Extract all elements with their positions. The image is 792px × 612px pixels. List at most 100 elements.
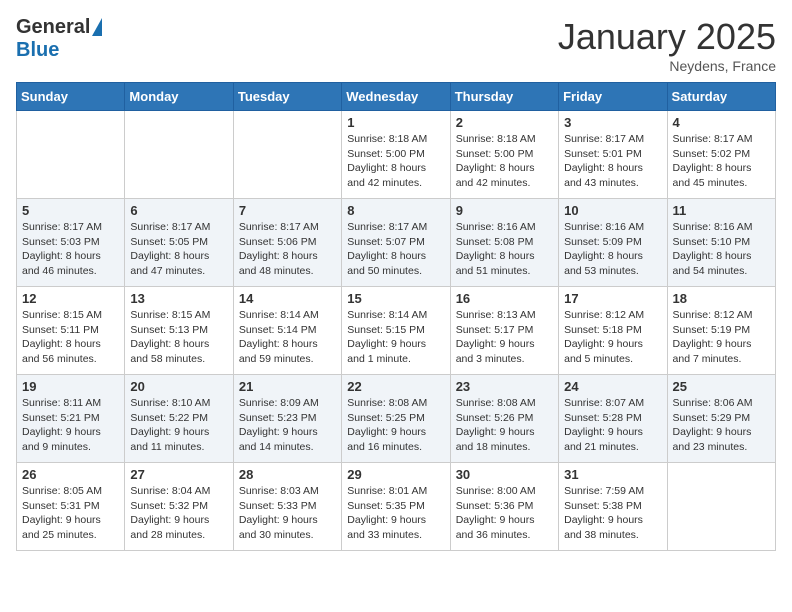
day-info: Sunrise: 8:13 AMSunset: 5:17 PMDaylight:… xyxy=(456,308,553,367)
calendar-week-row: 1 Sunrise: 8:18 AMSunset: 5:00 PMDaylight… xyxy=(17,111,776,199)
weekday-header: Saturday xyxy=(667,83,775,111)
logo-triangle-icon xyxy=(92,18,102,36)
day-info: Sunrise: 8:07 AMSunset: 5:28 PMDaylight:… xyxy=(564,396,661,455)
logo-blue-text: Blue xyxy=(16,39,59,62)
calendar-cell: 30Sunrise: 8:00 AMSunset: 5:36 PMDayligh… xyxy=(450,463,558,551)
calendar-cell: 2 Sunrise: 8:18 AMSunset: 5:00 PMDaylight… xyxy=(450,111,558,199)
day-number: 2 xyxy=(456,115,553,130)
calendar-cell: 6Sunrise: 8:17 AMSunset: 5:05 PMDaylight… xyxy=(125,199,233,287)
day-number: 20 xyxy=(130,379,227,394)
day-number: 3 xyxy=(564,115,661,130)
day-info: Sunrise: 8:17 AMSunset: 5:07 PMDaylight:… xyxy=(347,220,444,279)
calendar-cell: 26Sunrise: 8:05 AMSunset: 5:31 PMDayligh… xyxy=(17,463,125,551)
day-info: Sunrise: 8:08 AMSunset: 5:26 PMDaylight:… xyxy=(456,396,553,455)
day-number: 29 xyxy=(347,467,444,482)
title-area: January 2025 Neydens, France xyxy=(558,16,776,74)
day-info: Sunrise: 8:18 AMSunset: 5:00 PMDaylight:… xyxy=(456,132,553,191)
day-info: Sunrise: 8:05 AMSunset: 5:31 PMDaylight:… xyxy=(22,484,119,543)
calendar-cell xyxy=(667,463,775,551)
calendar-week-row: 26Sunrise: 8:05 AMSunset: 5:31 PMDayligh… xyxy=(17,463,776,551)
calendar-cell: 3 Sunrise: 8:17 AMSunset: 5:01 PMDaylight… xyxy=(559,111,667,199)
calendar-header-row: SundayMondayTuesdayWednesdayThursdayFrid… xyxy=(17,83,776,111)
day-info: Sunrise: 8:16 AMSunset: 5:08 PMDaylight:… xyxy=(456,220,553,279)
day-info: Sunrise: 8:04 AMSunset: 5:32 PMDaylight:… xyxy=(130,484,227,543)
day-info: Sunrise: 8:12 AMSunset: 5:19 PMDaylight:… xyxy=(673,308,770,367)
calendar-cell: 4 Sunrise: 8:17 AMSunset: 5:02 PMDaylight… xyxy=(667,111,775,199)
day-info: Sunrise: 8:09 AMSunset: 5:23 PMDaylight:… xyxy=(239,396,336,455)
calendar-table: SundayMondayTuesdayWednesdayThursdayFrid… xyxy=(16,82,776,551)
calendar-week-row: 12 Sunrise: 8:15 AMSunset: 5:11 PMDayligh… xyxy=(17,287,776,375)
calendar-cell: 17Sunrise: 8:12 AMSunset: 5:18 PMDayligh… xyxy=(559,287,667,375)
day-number: 4 xyxy=(673,115,770,130)
calendar-cell: 8Sunrise: 8:17 AMSunset: 5:07 PMDaylight… xyxy=(342,199,450,287)
day-number: 22 xyxy=(347,379,444,394)
day-number: 9 xyxy=(456,203,553,218)
calendar-cell: 10 Sunrise: 8:16 AMSunset: 5:09 PMDayligh… xyxy=(559,199,667,287)
day-number: 19 xyxy=(22,379,119,394)
logo: General Blue xyxy=(16,16,102,62)
calendar-cell: 11Sunrise: 8:16 AMSunset: 5:10 PMDayligh… xyxy=(667,199,775,287)
day-number: 1 xyxy=(347,115,444,130)
day-number: 23 xyxy=(456,379,553,394)
day-number: 12 xyxy=(22,291,119,306)
day-number: 13 xyxy=(130,291,227,306)
day-number: 28 xyxy=(239,467,336,482)
day-number: 6 xyxy=(130,203,227,218)
calendar-cell xyxy=(125,111,233,199)
calendar-cell: 29Sunrise: 8:01 AMSunset: 5:35 PMDayligh… xyxy=(342,463,450,551)
day-info: Sunrise: 8:17 AMSunset: 5:02 PMDaylight:… xyxy=(673,132,770,191)
logo-general-text: General xyxy=(16,16,90,39)
day-info: Sunrise: 8:06 AMSunset: 5:29 PMDaylight:… xyxy=(673,396,770,455)
day-info: Sunrise: 8:18 AMSunset: 5:00 PMDaylight:… xyxy=(347,132,444,191)
day-info: Sunrise: 8:11 AMSunset: 5:21 PMDaylight:… xyxy=(22,396,119,455)
day-number: 24 xyxy=(564,379,661,394)
day-number: 31 xyxy=(564,467,661,482)
day-number: 16 xyxy=(456,291,553,306)
calendar-cell: 19 Sunrise: 8:11 AMSunset: 5:21 PMDayligh… xyxy=(17,375,125,463)
calendar-cell xyxy=(233,111,341,199)
calendar-cell: 25Sunrise: 8:06 AMSunset: 5:29 PMDayligh… xyxy=(667,375,775,463)
calendar-cell: 13 Sunrise: 8:15 AMSunset: 5:13 PMDayligh… xyxy=(125,287,233,375)
day-info: Sunrise: 7:59 AMSunset: 5:38 PMDaylight:… xyxy=(564,484,661,543)
month-title: January 2025 xyxy=(558,16,776,58)
day-info: Sunrise: 8:15 AMSunset: 5:13 PMDaylight:… xyxy=(130,308,227,367)
day-number: 27 xyxy=(130,467,227,482)
calendar-cell: 16 Sunrise: 8:13 AMSunset: 5:17 PMDayligh… xyxy=(450,287,558,375)
day-info: Sunrise: 8:14 AMSunset: 5:14 PMDaylight:… xyxy=(239,308,336,367)
calendar-week-row: 19 Sunrise: 8:11 AMSunset: 5:21 PMDayligh… xyxy=(17,375,776,463)
weekday-header: Sunday xyxy=(17,83,125,111)
weekday-header: Wednesday xyxy=(342,83,450,111)
day-info: Sunrise: 8:16 AMSunset: 5:10 PMDaylight:… xyxy=(673,220,770,279)
day-info: Sunrise: 8:10 AMSunset: 5:22 PMDaylight:… xyxy=(130,396,227,455)
day-info: Sunrise: 8:17 AMSunset: 5:06 PMDaylight:… xyxy=(239,220,336,279)
weekday-header: Thursday xyxy=(450,83,558,111)
day-number: 15 xyxy=(347,291,444,306)
calendar-cell xyxy=(17,111,125,199)
calendar-cell: 1 Sunrise: 8:18 AMSunset: 5:00 PMDaylight… xyxy=(342,111,450,199)
day-info: Sunrise: 8:14 AMSunset: 5:15 PMDaylight:… xyxy=(347,308,444,367)
calendar-cell: 22Sunrise: 8:08 AMSunset: 5:25 PMDayligh… xyxy=(342,375,450,463)
day-number: 18 xyxy=(673,291,770,306)
day-number: 17 xyxy=(564,291,661,306)
day-number: 10 xyxy=(564,203,661,218)
weekday-header: Monday xyxy=(125,83,233,111)
calendar-cell: 7 Sunrise: 8:17 AMSunset: 5:06 PMDaylight… xyxy=(233,199,341,287)
page-header: General Blue January 2025 Neydens, Franc… xyxy=(16,16,776,74)
day-info: Sunrise: 8:17 AMSunset: 5:01 PMDaylight:… xyxy=(564,132,661,191)
day-info: Sunrise: 8:03 AMSunset: 5:33 PMDaylight:… xyxy=(239,484,336,543)
day-info: Sunrise: 8:15 AMSunset: 5:11 PMDaylight:… xyxy=(22,308,119,367)
day-number: 5 xyxy=(22,203,119,218)
day-info: Sunrise: 8:00 AMSunset: 5:36 PMDaylight:… xyxy=(456,484,553,543)
calendar-cell: 31 Sunrise: 7:59 AMSunset: 5:38 PMDayligh… xyxy=(559,463,667,551)
calendar-cell: 27 Sunrise: 8:04 AMSunset: 5:32 PMDayligh… xyxy=(125,463,233,551)
day-number: 7 xyxy=(239,203,336,218)
calendar-cell: 28 Sunrise: 8:03 AMSunset: 5:33 PMDayligh… xyxy=(233,463,341,551)
location: Neydens, France xyxy=(558,58,776,74)
weekday-header: Friday xyxy=(559,83,667,111)
calendar-cell: 9 Sunrise: 8:16 AMSunset: 5:08 PMDaylight… xyxy=(450,199,558,287)
weekday-header: Tuesday xyxy=(233,83,341,111)
calendar-cell: 12 Sunrise: 8:15 AMSunset: 5:11 PMDayligh… xyxy=(17,287,125,375)
calendar-cell: 5Sunrise: 8:17 AMSunset: 5:03 PMDaylight… xyxy=(17,199,125,287)
day-info: Sunrise: 8:16 AMSunset: 5:09 PMDaylight:… xyxy=(564,220,661,279)
calendar-cell: 15 Sunrise: 8:14 AMSunset: 5:15 PMDayligh… xyxy=(342,287,450,375)
